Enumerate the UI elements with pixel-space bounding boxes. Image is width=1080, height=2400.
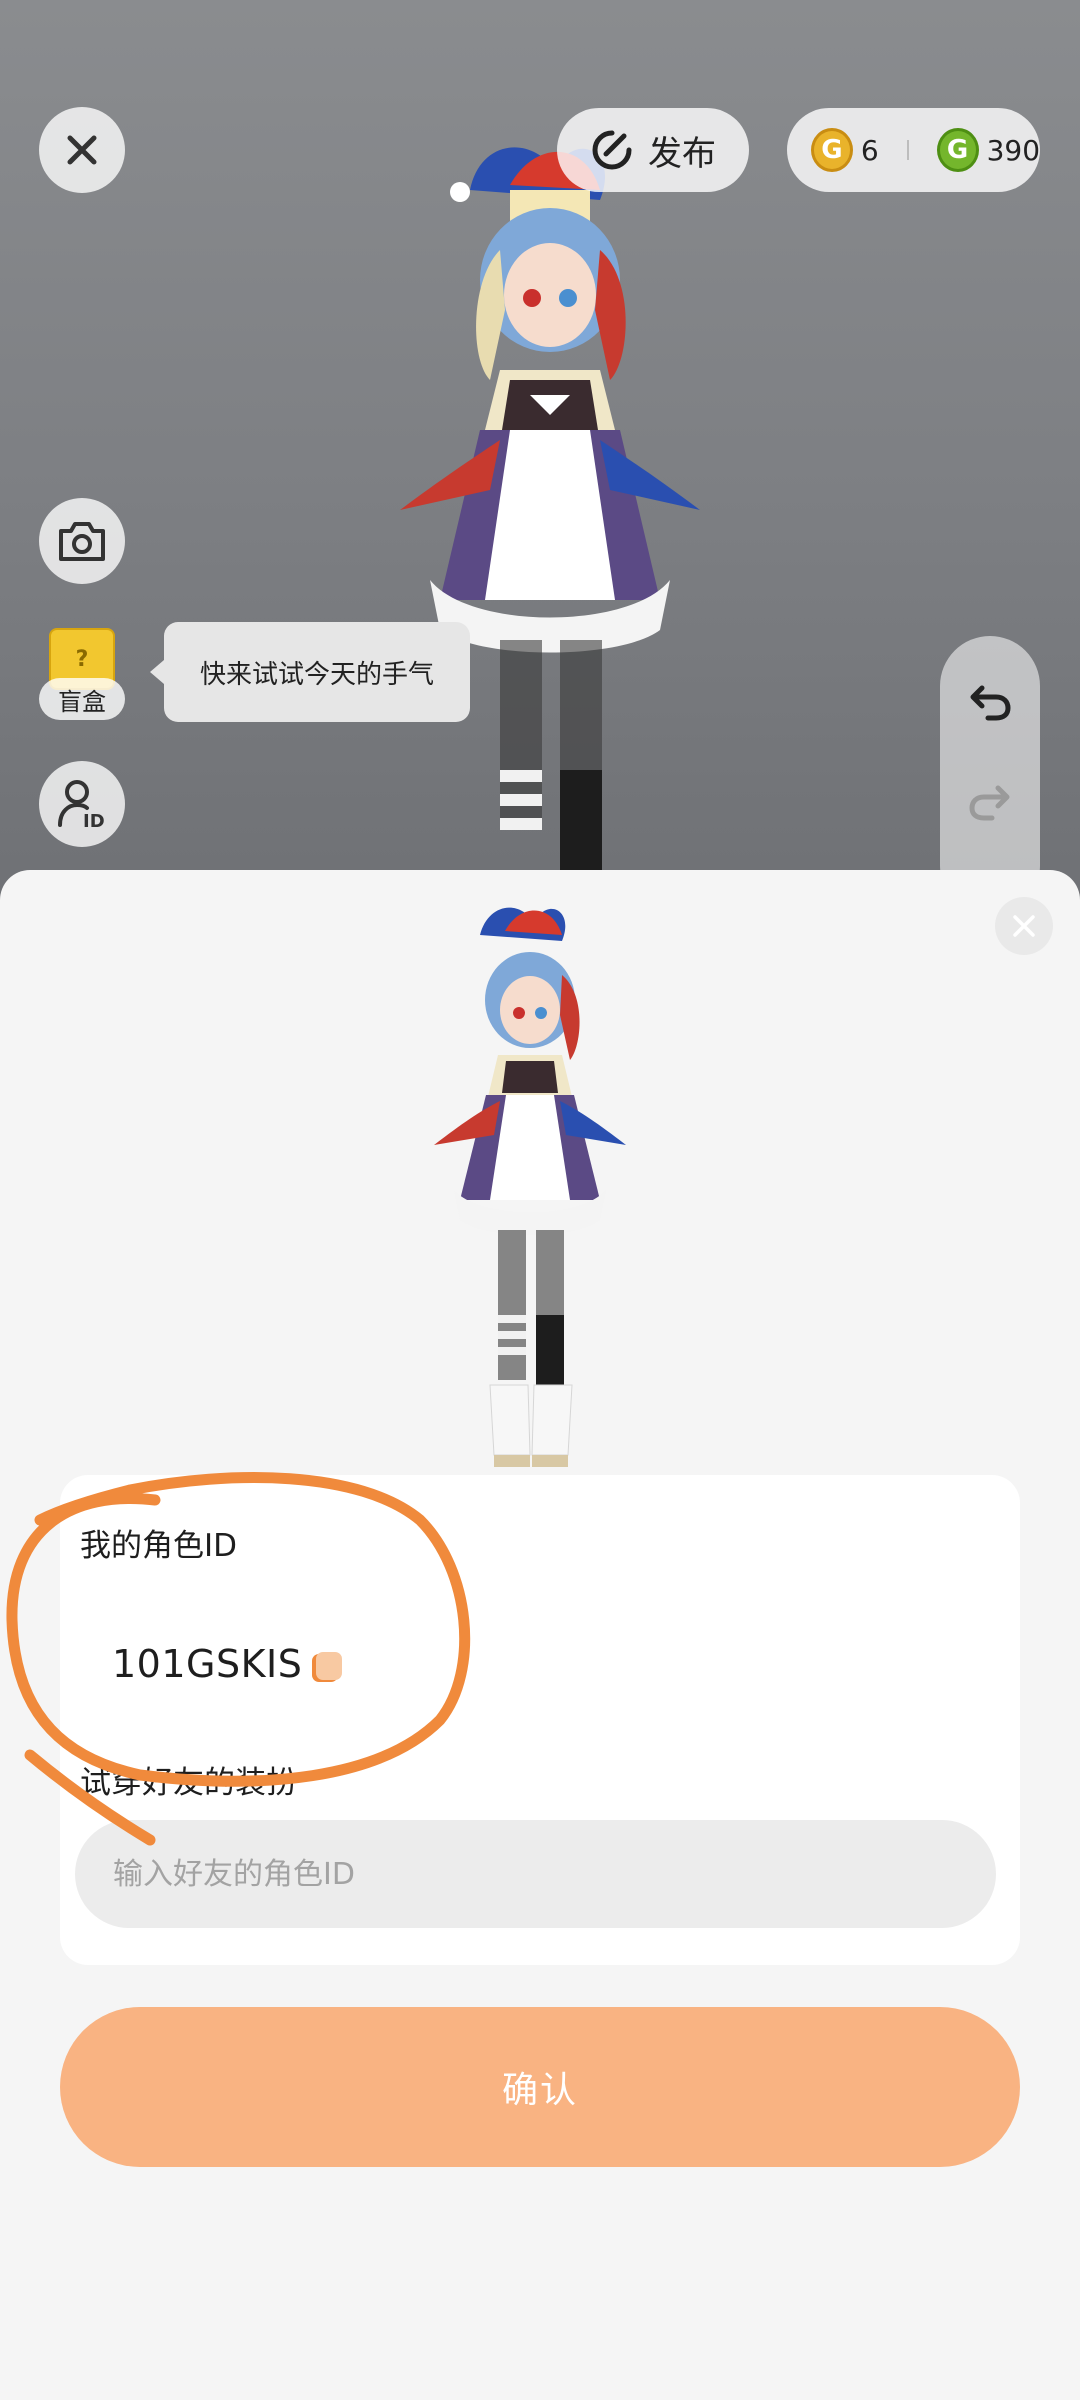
close-button[interactable] bbox=[39, 107, 125, 193]
avatar-preview bbox=[434, 907, 626, 1467]
camera-button[interactable] bbox=[39, 498, 125, 584]
publish-label: 发布 bbox=[648, 133, 716, 174]
close-icon bbox=[67, 135, 97, 165]
publish-icon bbox=[592, 130, 632, 170]
green-coin-icon: G bbox=[936, 128, 979, 172]
copy-icon[interactable] bbox=[310, 1650, 344, 1684]
gold-coin-icon: G bbox=[811, 128, 853, 172]
gold-coin-letter: G bbox=[821, 135, 843, 165]
blindbox-button[interactable]: ? 盲盒 bbox=[39, 628, 125, 724]
camera-icon bbox=[59, 522, 105, 561]
gold-coin-count: 6 bbox=[860, 133, 879, 167]
green-coin-count: 390 bbox=[986, 133, 1041, 167]
confirm-button[interactable]: 确认 bbox=[60, 2007, 1020, 2167]
try-on-friend-label: 试穿好友的装扮 bbox=[80, 1765, 297, 1801]
currency-divider bbox=[906, 140, 909, 160]
role-id-button[interactable]: ID bbox=[39, 761, 125, 847]
blindbox-label: 盲盒 bbox=[39, 678, 125, 720]
id-icon-text: ID bbox=[83, 811, 105, 831]
green-coin-letter: G bbox=[946, 135, 969, 165]
avatar-character[interactable] bbox=[360, 130, 740, 900]
close-icon bbox=[1013, 915, 1035, 937]
currency-balance[interactable]: G 6 G 390 bbox=[787, 108, 1040, 192]
my-role-id-label: 我的角色ID bbox=[80, 1528, 238, 1564]
blindbox-tooltip: 快来试试今天的手气 bbox=[150, 622, 470, 722]
id-icon: ID bbox=[58, 780, 105, 831]
publish-button[interactable]: 发布 bbox=[557, 108, 749, 192]
redo-icon[interactable] bbox=[968, 782, 1012, 822]
my-role-id-value: 101GSKIS bbox=[112, 1642, 303, 1686]
sheet-close-button[interactable] bbox=[995, 897, 1053, 955]
friend-id-input[interactable] bbox=[75, 1820, 996, 1928]
blindbox-icon-mark: ? bbox=[75, 646, 89, 672]
undo-icon[interactable] bbox=[968, 682, 1012, 722]
